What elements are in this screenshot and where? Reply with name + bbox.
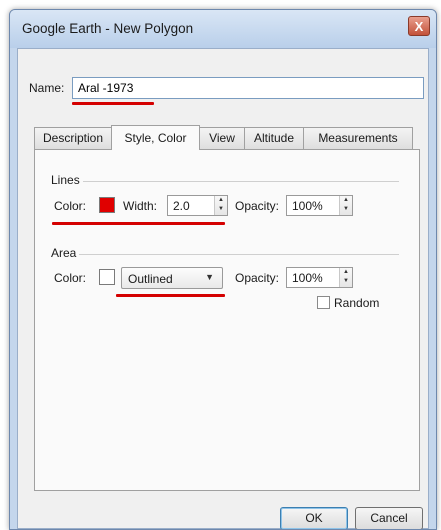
area-opacity-value: 100%: [292, 271, 323, 285]
area-color-label: Color:: [54, 271, 87, 285]
lines-width-label: Width:: [123, 199, 158, 213]
title-bar[interactable]: Google Earth - New Polygon X: [10, 10, 436, 48]
fill-mode-value: Outlined: [128, 272, 173, 286]
area-opacity-label: Opacity:: [235, 271, 280, 285]
lines-color-swatch[interactable]: [99, 197, 115, 213]
stepper-arrows-icon[interactable]: ▲ ▼: [214, 196, 227, 215]
stepper-arrows-icon[interactable]: ▲ ▼: [339, 268, 352, 287]
tab-view[interactable]: View: [199, 127, 245, 149]
area-color-swatch[interactable]: [99, 269, 115, 285]
lines-width-stepper[interactable]: 2.0 ▲ ▼: [167, 195, 228, 216]
red-underline-name: [72, 102, 154, 105]
red-underline-area: [116, 294, 225, 297]
tab-measurements[interactable]: Measurements: [303, 127, 413, 149]
area-group-divider: [79, 254, 399, 255]
random-label: Random: [334, 296, 380, 310]
fill-mode-dropdown[interactable]: Outlined ▼: [121, 267, 223, 289]
ok-button[interactable]: OK: [280, 507, 348, 529]
lines-opacity-stepper[interactable]: 100% ▲ ▼: [286, 195, 353, 216]
tab-style-color[interactable]: Style, Color: [111, 125, 200, 150]
style-color-panel: Lines Color: Width: 2.0 ▲ ▼ Opacity: 100%…: [34, 149, 420, 491]
lines-width-value: 2.0: [173, 199, 190, 213]
close-button[interactable]: X: [408, 16, 430, 36]
red-underline-lines: [52, 222, 225, 225]
tab-description[interactable]: Description: [34, 127, 112, 149]
dialog-client: Name: Description Style, Color View Alti…: [17, 48, 429, 529]
lines-group-label: Lines: [51, 173, 80, 187]
lines-opacity-label: Opacity:: [235, 199, 280, 213]
tab-altitude[interactable]: Altitude: [244, 127, 304, 149]
chevron-down-icon: ▼: [205, 272, 214, 282]
window-title: Google Earth - New Polygon: [22, 21, 194, 36]
name-input[interactable]: [72, 77, 424, 99]
dialog-window: Google Earth - New Polygon X Name: Descr…: [9, 9, 437, 530]
lines-group-divider: [83, 181, 399, 182]
lines-opacity-value: 100%: [292, 199, 323, 213]
area-opacity-stepper[interactable]: 100% ▲ ▼: [286, 267, 353, 288]
name-label: Name:: [29, 81, 65, 95]
stepper-arrows-icon[interactable]: ▲ ▼: [339, 196, 352, 215]
random-checkbox[interactable]: [317, 296, 330, 309]
area-group-label: Area: [51, 246, 77, 260]
lines-color-label: Color:: [54, 199, 87, 213]
cancel-button[interactable]: Cancel: [355, 507, 423, 529]
